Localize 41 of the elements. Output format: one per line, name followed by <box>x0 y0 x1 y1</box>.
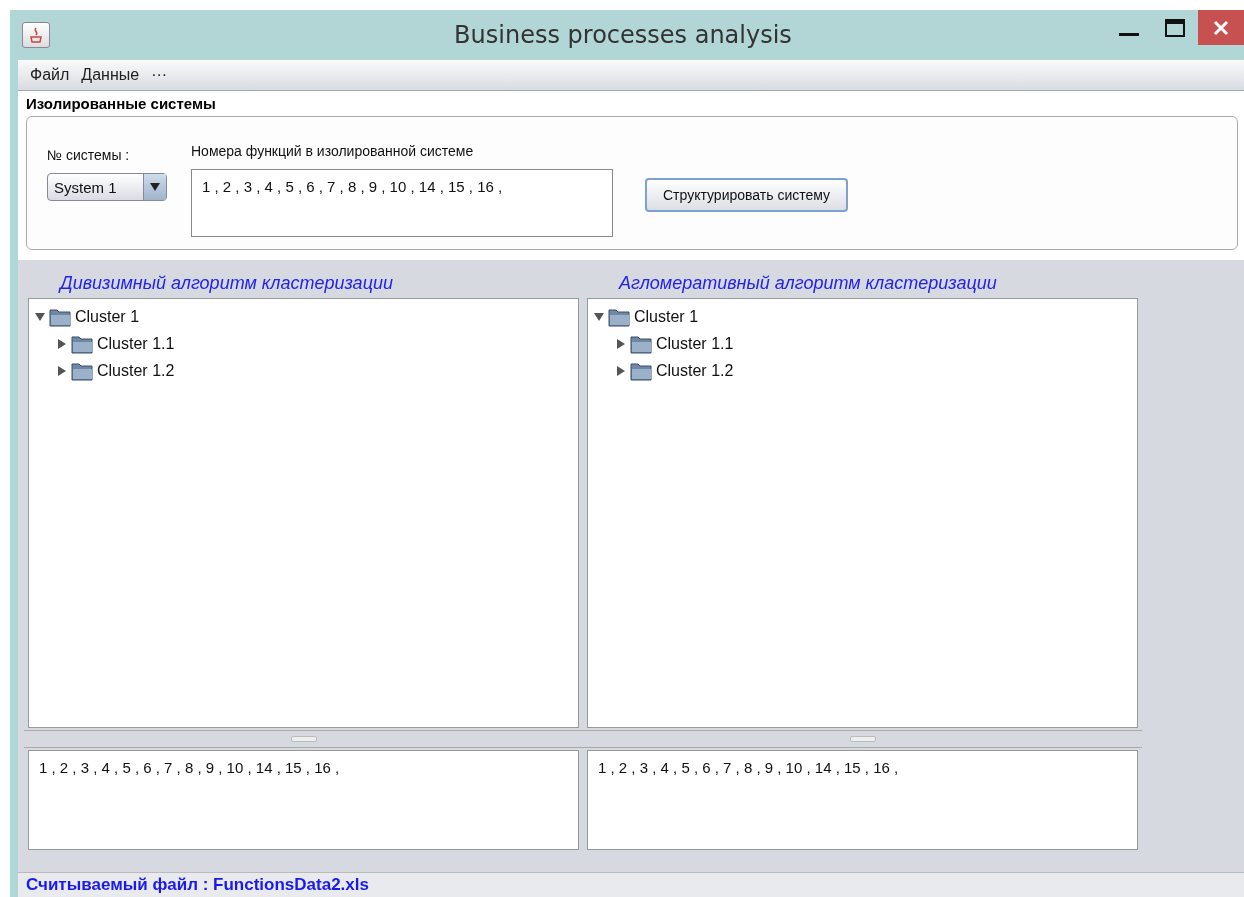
output-field[interactable]: 1 , 2 , 3 , 4 , 5 , 6 , 7 , 8 , 9 , 10 , 14 , 15 , 16 , <box>587 750 1138 850</box>
field-label: Номера функций в изолированной системе <box>191 143 475 159</box>
cup-icon <box>29 27 43 43</box>
panel-title: Дивизимный алгоритм кластеризации <box>60 272 393 294</box>
expanded-arrow-icon[interactable] <box>594 311 604 322</box>
collapsed-arrow-icon[interactable] <box>57 338 67 349</box>
close-icon <box>1213 19 1229 36</box>
tree-node[interactable]: Cluster 1.1 <box>656 334 734 353</box>
window-title: Business processes analysis <box>453 21 793 49</box>
close-button[interactable] <box>1198 10 1244 45</box>
maximize-icon <box>1165 18 1185 37</box>
folder-icon <box>630 333 652 354</box>
structure-button[interactable]: Структурировать систему <box>645 178 849 212</box>
splitter-handle[interactable] <box>290 736 317 742</box>
folder-icon <box>71 333 93 354</box>
splitter-handle[interactable] <box>849 736 876 742</box>
tree-node[interactable]: Cluster 1 <box>634 307 699 326</box>
tree-node[interactable]: Cluster 1.2 <box>97 361 175 380</box>
folder-icon <box>71 360 93 381</box>
tree-node[interactable]: Cluster 1.2 <box>656 361 734 380</box>
collapsed-arrow-icon[interactable] <box>616 338 626 349</box>
folder-icon <box>49 306 71 327</box>
tree-node[interactable]: Cluster 1.1 <box>97 334 175 353</box>
status-bar: Считываемый файл : FunctionsData2.xls <box>18 872 1244 897</box>
menu-item[interactable]: ··· <box>151 66 168 84</box>
functions-field[interactable]: 1 , 2 , 3 , 4 , 5 , 6 , 7 , 8 , 9 , 10 , 14 , 15 , 16 , <box>191 169 613 237</box>
tree-node[interactable]: Cluster 1 <box>75 307 140 326</box>
minimize-icon <box>1119 33 1139 36</box>
expanded-arrow-icon[interactable] <box>35 311 45 322</box>
menu-item[interactable]: Данные <box>81 66 140 84</box>
menu-item[interactable]: Файл <box>30 66 70 84</box>
output-field[interactable]: 1 , 2 , 3 , 4 , 5 , 6 , 7 , 8 , 9 , 10 , 14 , 15 , 16 , <box>28 750 579 850</box>
field-label: № системы : <box>47 147 131 163</box>
folder-icon <box>608 306 630 327</box>
dropdown-arrow-icon <box>150 183 160 191</box>
folder-icon <box>630 360 652 381</box>
panel-title: Агломеративный алгоритм кластеризации <box>619 272 997 294</box>
section-title: Изолированные системы <box>26 95 217 112</box>
collapsed-arrow-icon[interactable] <box>57 365 67 376</box>
system-dropdown[interactable]: System 1 <box>47 173 167 201</box>
collapsed-arrow-icon[interactable] <box>616 365 626 376</box>
